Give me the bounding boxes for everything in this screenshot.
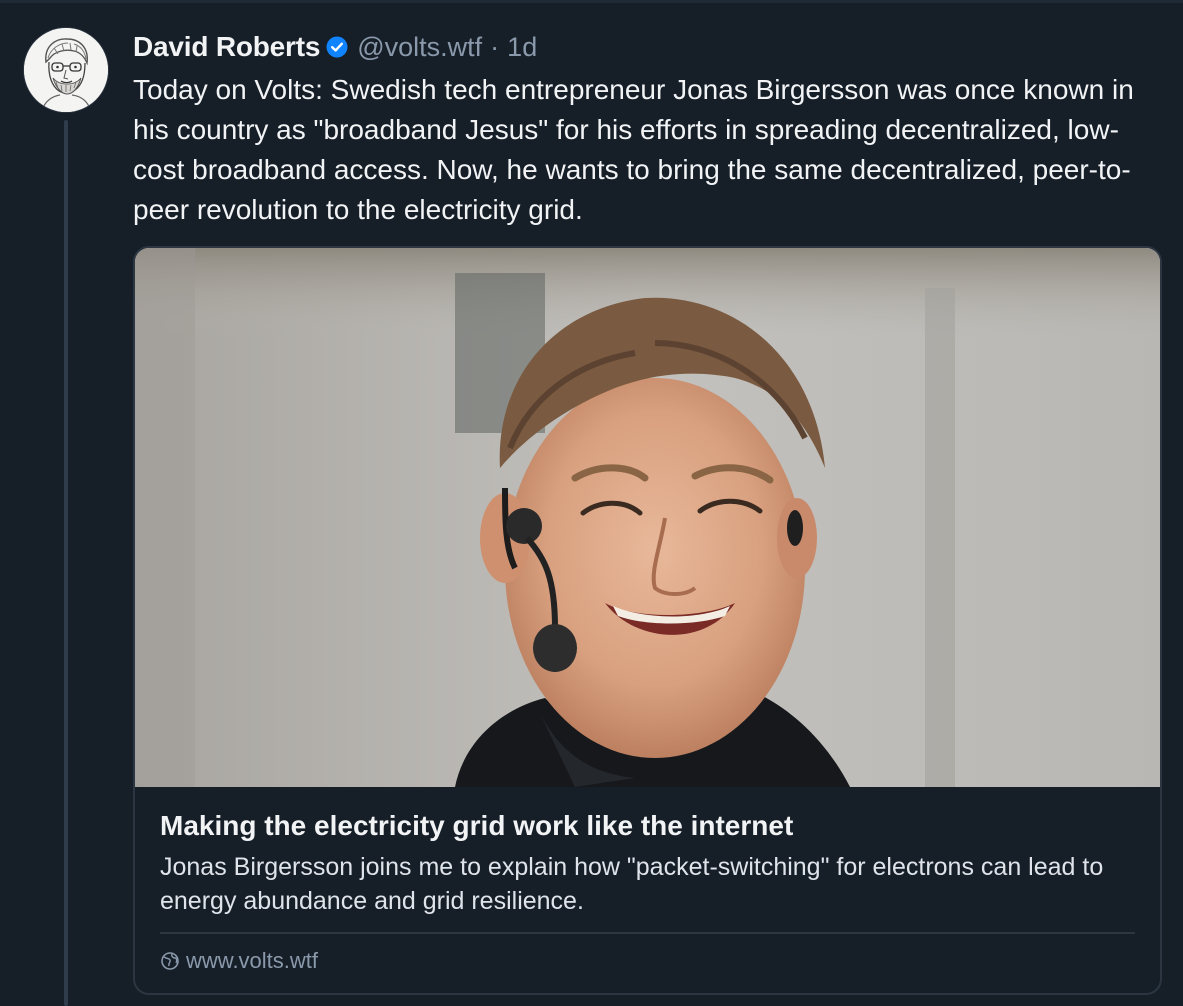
link-card-domain[interactable]: www.volts.wtf xyxy=(186,948,318,974)
author-handle[interactable]: @volts.wtf xyxy=(357,32,482,63)
post-header: David Roberts @volts.wtf · 1d xyxy=(133,30,537,64)
thread-line xyxy=(64,120,68,1006)
feed-post[interactable]: David Roberts @volts.wtf · 1d Today on V… xyxy=(0,0,1183,1006)
header-separator: · xyxy=(490,31,500,62)
link-card-description: Jonas Birgersson joins me to explain how… xyxy=(160,853,1104,915)
author-display-name[interactable]: David Roberts xyxy=(133,31,320,63)
sketch-portrait-avatar xyxy=(24,28,108,112)
link-card-divider xyxy=(160,932,1135,934)
avatar[interactable] xyxy=(24,28,108,112)
link-card-domain-row[interactable]: www.volts.wtf xyxy=(160,948,318,974)
link-card[interactable]: Making the electricity grid work like th… xyxy=(133,246,1162,995)
link-card-title[interactable]: Making the electricity grid work like th… xyxy=(160,810,1140,842)
verified-badge-icon xyxy=(326,36,348,58)
photo-smiling-man-with-headset-microphone xyxy=(135,248,1160,787)
post-text: Today on Volts: Swedish tech entrepreneu… xyxy=(133,74,1134,225)
link-card-image xyxy=(135,248,1160,787)
globe-icon xyxy=(161,952,179,970)
post-timestamp[interactable]: 1d xyxy=(507,32,537,63)
